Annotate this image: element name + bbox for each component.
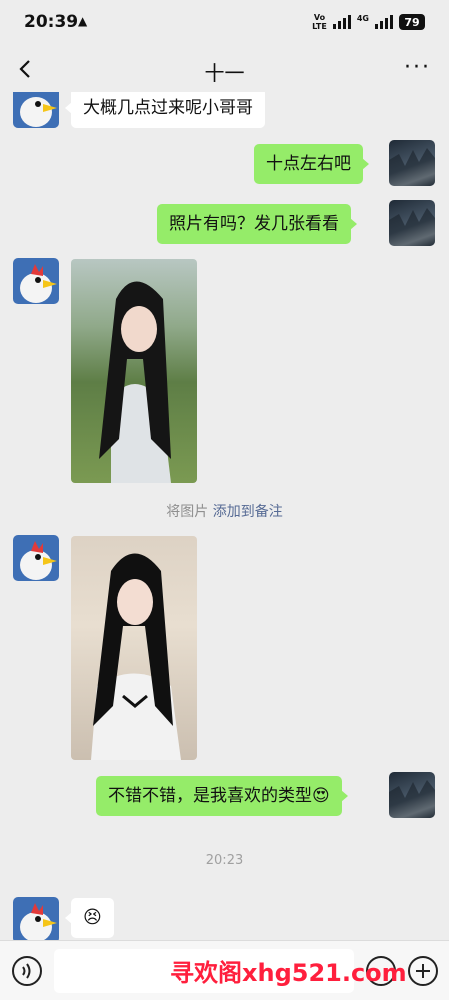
tree-silhouette-icon [389,148,435,186]
network-type: 4G [356,13,369,23]
chat-messages: 大概几点过来呢小哥哥 十点左右吧 照片有吗？发几张看看 将图片 添加到备注 不错… [0,92,449,940]
tree-silhouette-icon [389,780,435,818]
my-avatar[interactable] [389,772,435,818]
navigation-arrow-icon: ▲ [78,14,88,28]
signal-icon-2 [375,15,393,29]
portrait-photo [91,553,181,760]
status-indicators: Vo LTE 4G 79 [312,13,425,31]
image-message[interactable] [71,259,197,483]
chat-header: 十一 ··· [0,48,449,92]
contact-avatar[interactable] [13,897,59,940]
rooster-icon [20,541,57,580]
battery-icon: 79 [399,14,425,30]
contact-avatar[interactable] [13,258,59,304]
signal-icon [332,15,351,29]
voice-input-icon[interactable] [12,956,42,986]
add-to-remark-link[interactable]: 添加到备注 [213,504,283,520]
contact-avatar[interactable] [13,535,59,581]
status-bar: 20:39 ▲ Vo LTE 4G 79 [0,0,449,48]
status-time: 20:39 [24,12,79,32]
message-timestamp: 20:23 [205,853,244,868]
message-outgoing[interactable]: 照片有吗？发几张看看 [157,204,357,244]
rooster-icon [20,903,57,940]
chat-title: 十一 [204,61,245,85]
tree-silhouette-icon [389,208,435,246]
message-outgoing[interactable]: 十点左右吧 [254,144,369,184]
portrait-photo [99,281,171,483]
image-message[interactable] [71,536,197,760]
more-options-button[interactable]: ··· [404,57,431,79]
my-avatar[interactable] [389,200,435,246]
heart-eyes-emoji: 😍 [312,786,330,806]
volte-indicator: Vo LTE [312,13,327,31]
message-incoming[interactable]: 😣 [65,898,114,938]
watermark: 寻欢阁xhg521.com [170,959,407,987]
message-outgoing[interactable]: 不错不错，是我喜欢的类型😍 [96,776,348,816]
message-incoming[interactable]: 大概几点过来呢小哥哥 [65,92,265,128]
rooster-icon [20,97,57,127]
my-avatar[interactable] [389,140,435,186]
plus-icon[interactable] [408,956,438,986]
system-note: 将图片 添加到备注 [166,504,283,520]
rooster-icon [20,264,57,303]
contact-avatar[interactable] [13,92,59,128]
